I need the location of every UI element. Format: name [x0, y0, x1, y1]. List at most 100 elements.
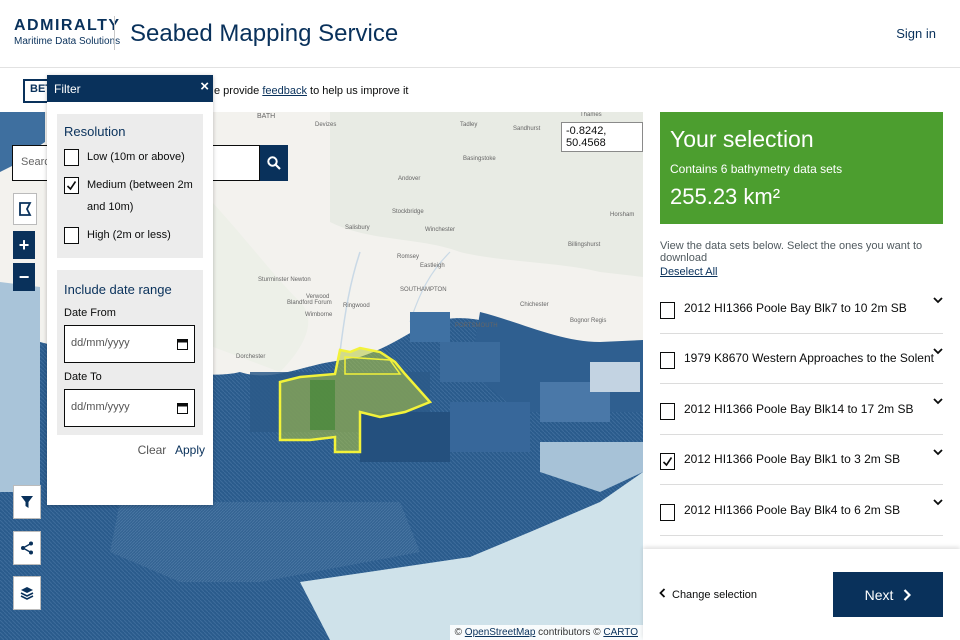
deselect-all-link[interactable]: Deselect All: [660, 266, 717, 278]
survey-block[interactable]: [450, 402, 530, 452]
header-divider: [114, 16, 115, 50]
attribution-contributors: contributors ©: [535, 627, 604, 638]
attribution-prefix: ©: [454, 627, 465, 638]
date-range-section: Include date range Date From dd/mm/yyyy …: [57, 270, 203, 435]
date-range-title: Include date range: [64, 282, 172, 297]
selection-hint: View the data sets below. Select the one…: [660, 240, 923, 264]
sea-area: [0, 282, 40, 492]
selected-block[interactable]: [310, 380, 335, 430]
resolution-title: Resolution: [64, 124, 126, 139]
list-item[interactable]: 2012 HI1366 Poole Bay Blk7 to 10 2m SB: [660, 283, 943, 334]
zoom-out-button[interactable]: −: [13, 263, 35, 291]
zoom-in-button[interactable]: +: [13, 231, 35, 259]
map-label: SOUTHAMPTON: [400, 287, 447, 293]
filter-header: Filter ×: [47, 75, 213, 102]
layers-button[interactable]: [13, 576, 41, 610]
next-label: Next: [864, 586, 894, 603]
dataset-label: 1979 K8670 Western Approaches to the Sol…: [684, 351, 934, 366]
checkbox[interactable]: [660, 301, 675, 319]
checkbox[interactable]: [660, 503, 675, 521]
resolution-option-low[interactable]: Low (10m or above): [64, 149, 196, 168]
map-label: Andover: [398, 176, 421, 182]
list-item[interactable]: 1979 K8670 Western Approaches to the Sol…: [660, 334, 943, 384]
list-item[interactable]: 2012 HI1366 Poole Bay Blk1 to 3 2m SB: [660, 435, 943, 485]
clear-filter-button[interactable]: Clear: [138, 443, 167, 457]
panel-footer: Change selection Next: [643, 549, 960, 640]
dataset-label: 2012 HI1366 Poole Bay Blk7 to 10 2m SB: [684, 300, 907, 315]
map-label: Romsey: [397, 254, 420, 260]
checkbox[interactable]: [660, 402, 675, 420]
checkbox-checked[interactable]: [64, 177, 79, 194]
chevron-left-icon: [659, 588, 666, 598]
chevron-right-icon: [904, 588, 912, 601]
chevron-down-icon[interactable]: [933, 448, 943, 456]
calendar-icon[interactable]: [177, 338, 188, 350]
survey-block[interactable]: [410, 312, 450, 342]
close-icon[interactable]: ×: [200, 78, 209, 95]
survey-block[interactable]: [440, 342, 500, 382]
list-item[interactable]: 2012 HI1366 Poole Bay Blk14 to 17 2m SB: [660, 384, 943, 435]
filter-button[interactable]: [13, 485, 41, 519]
service-title: Seabed Mapping Service: [130, 20, 399, 47]
checkbox[interactable]: [660, 352, 675, 370]
change-selection-label: Change selection: [672, 589, 758, 601]
map-label: Stockbridge: [392, 209, 424, 215]
admiralty-logo[interactable]: ADMIRALTY Maritime Data Solutions: [14, 17, 121, 47]
checkmark-icon: [662, 457, 673, 467]
map-label: Devizes: [315, 122, 337, 128]
map-label: Winchester: [425, 227, 456, 233]
checkbox-label: High (2m or less): [87, 229, 171, 241]
list-item[interactable]: 2012 HI1366 Poole Bay Blk4 to 6 2m SB: [660, 485, 943, 536]
share-button[interactable]: [13, 531, 41, 565]
resolution-option-high[interactable]: High (2m or less): [64, 227, 196, 246]
filter-icon: [21, 496, 33, 508]
apply-filter-button[interactable]: Apply: [175, 443, 205, 457]
checkbox-label: Low (10m or above): [87, 151, 185, 163]
change-selection-link[interactable]: Change selection: [659, 588, 757, 601]
coordinate-readout: -0.8242, 50.4568: [561, 122, 643, 152]
checkbox-label: Medium (between 2m and 10m): [87, 179, 193, 213]
checkbox[interactable]: [64, 227, 79, 244]
beta-text-after: to help us improve it: [306, 85, 409, 97]
selection-area: 255.23 km²: [670, 184, 781, 209]
checkbox-checked[interactable]: [660, 453, 675, 471]
survey-block[interactable]: [360, 412, 450, 462]
filter-actions: Clear Apply: [47, 443, 205, 457]
filter-title: Filter: [54, 82, 81, 96]
date-to-label: Date To: [64, 371, 102, 383]
date-from-input[interactable]: dd/mm/yyyy: [64, 325, 195, 363]
survey-block[interactable]: [590, 362, 640, 392]
checkmark-icon: [66, 181, 77, 191]
calendar-icon[interactable]: [177, 402, 188, 414]
selection-title: Your selection: [670, 126, 814, 152]
checkbox[interactable]: [64, 149, 79, 166]
beta-text-before: e provide: [214, 85, 263, 97]
map-label: Ringwood: [343, 303, 370, 309]
map-label: Thames: [580, 112, 602, 118]
draw-polygon-icon: [19, 202, 32, 216]
draw-polygon-button[interactable]: [13, 193, 37, 225]
selection-panel: Your selection Contains 6 bathymetry dat…: [643, 112, 960, 640]
sign-in-link[interactable]: Sign in: [896, 26, 936, 41]
search-button[interactable]: [260, 145, 288, 181]
date-from-placeholder: dd/mm/yyyy: [71, 337, 130, 349]
chevron-down-icon[interactable]: [933, 297, 943, 304]
search-icon: [267, 156, 281, 170]
beta-message: e provide feedback to help us improve it: [214, 85, 408, 97]
map-label: Bognor Regis: [570, 318, 607, 324]
openstreetmap-link[interactable]: OpenStreetMap: [465, 627, 536, 638]
map-label: Horsham: [610, 212, 635, 218]
chevron-down-icon[interactable]: [933, 499, 943, 506]
resolution-option-medium[interactable]: Medium (between 2m and 10m): [64, 177, 196, 218]
brand-name: ADMIRALTY: [14, 17, 121, 34]
date-to-placeholder: dd/mm/yyyy: [71, 401, 130, 413]
feedback-link[interactable]: feedback: [262, 85, 307, 97]
chevron-down-icon[interactable]: [933, 347, 943, 355]
map-label: Billingshurst: [568, 242, 601, 248]
date-to-input[interactable]: dd/mm/yyyy: [64, 389, 195, 427]
selection-count: Contains 6 bathymetry data sets: [670, 162, 843, 176]
map-label: Basingstoke: [463, 156, 496, 162]
chevron-down-icon[interactable]: [933, 398, 943, 405]
carto-link[interactable]: CARTO: [603, 627, 638, 638]
next-button[interactable]: Next: [833, 572, 943, 617]
